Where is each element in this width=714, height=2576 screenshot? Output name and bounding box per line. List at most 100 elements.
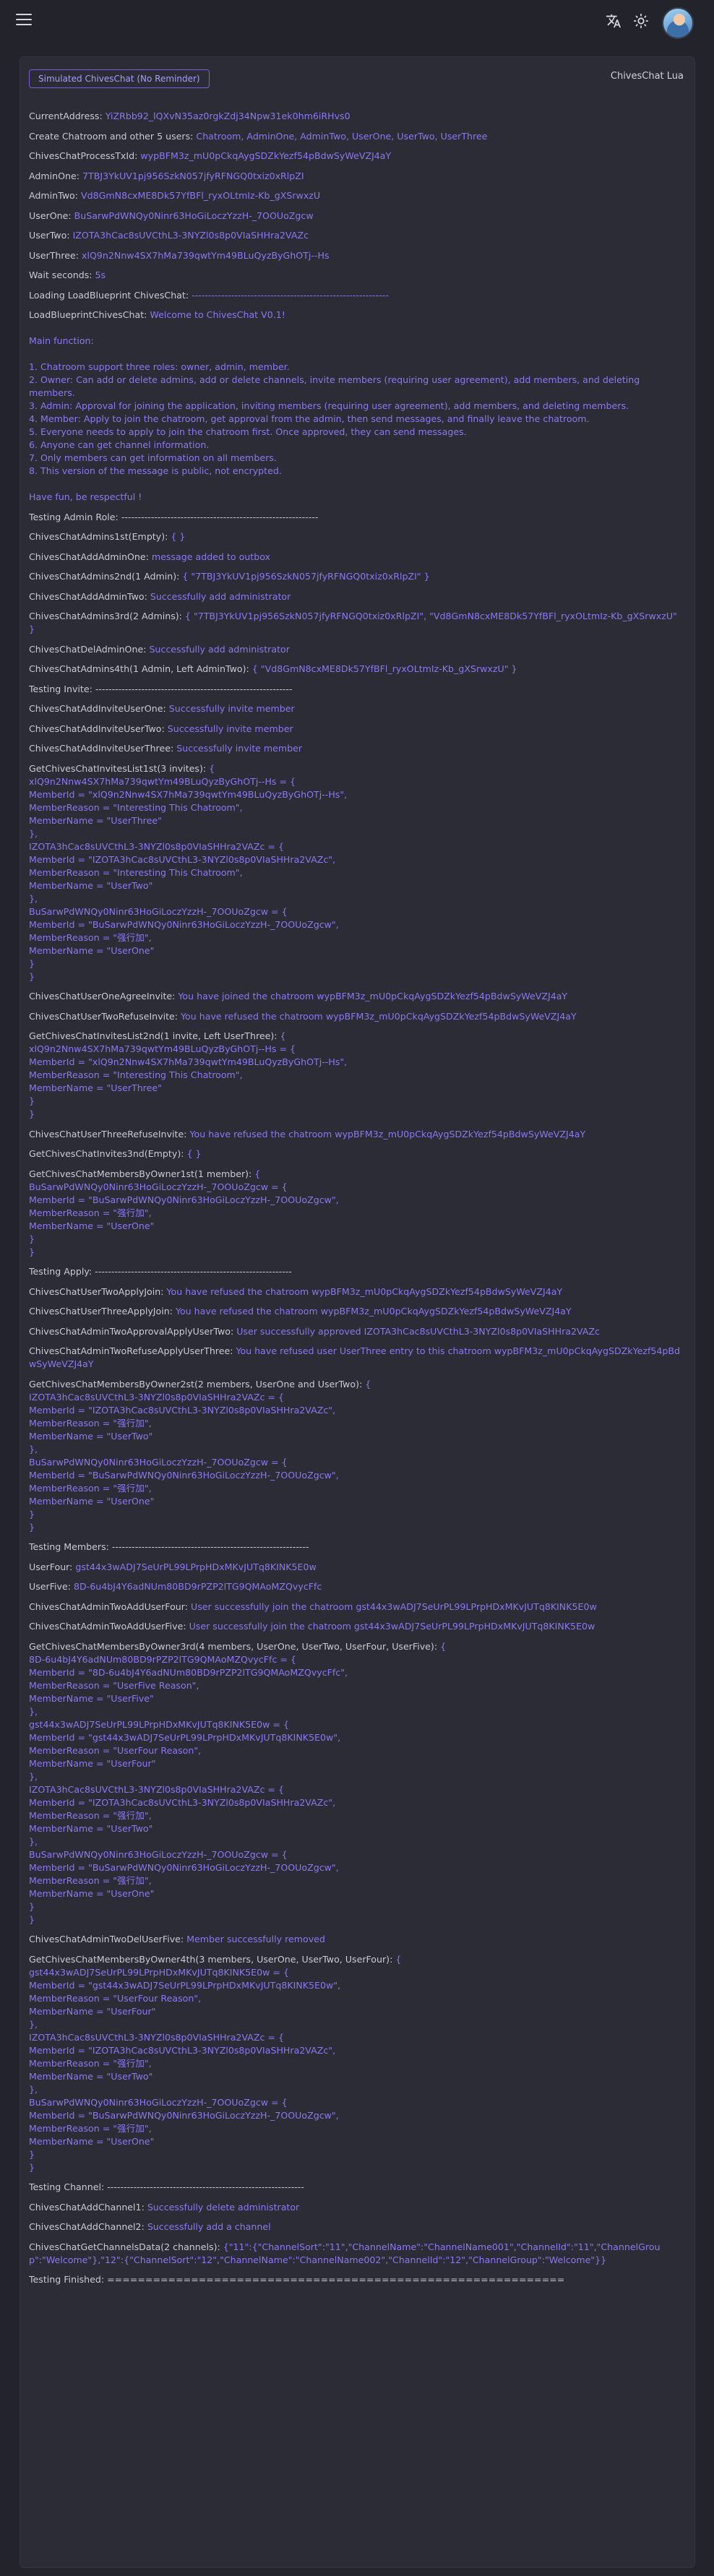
log-line: ChivesChatAdminTwoRefuseApplyUserThree: … <box>29 1345 683 1371</box>
block-label: GetChivesChatMembersByOwner3rd(4 members… <box>29 1640 441 1652</box>
log-line: ChivesChatAdminTwoDelUserFive: Member su… <box>29 1933 683 1946</box>
log-value: 8D-6u4bJ4Y6adNUm80BD9rPZP2lTG9QMAoMZQvyc… <box>73 1581 322 1592</box>
log-value: Successfully invite member <box>176 743 303 754</box>
log-label: CurrentAddress: <box>29 111 106 121</box>
log-line: ChivesChatAdmins1st(Empty): { } <box>29 530 683 543</box>
block-label: GetChivesChatInvitesList2nd(1 invite, Le… <box>29 1030 280 1041</box>
log-group-members: Testing Members: -----------------------… <box>29 1541 683 1633</box>
console-output: CurrentAddress: YiZRbb92_lQXvN35az0rgkZd… <box>29 110 683 2293</box>
log-label: UserFour: <box>29 1561 76 1572</box>
log-label: ChivesChatAdminTwoApprovalApplyUserTwo: <box>29 1325 237 1337</box>
log-value: You have joined the chatroom wypBFM3z_mU… <box>178 991 568 1001</box>
log-value: Member successfully removed <box>186 1934 325 1944</box>
log-label: ChivesChatAdminTwoRefuseApplyUserThree: <box>29 1345 236 1356</box>
log-value: You have refused the chatroom wypBFM3z_m… <box>175 1306 572 1317</box>
log-label: ChivesChatProcessTxId: <box>29 150 141 161</box>
log-value: ----------------------------------------… <box>107 2181 304 2192</box>
log-value: Welcome to ChivesChat V0.1! <box>150 309 285 320</box>
log-value: ----------------------------------------… <box>121 511 319 522</box>
log-line: UserOne: BuSarwPdWNQy0Ninr63HoGiLoczYzzH… <box>29 210 683 223</box>
log-label: ChivesChatAddInviteUserThree: <box>29 743 177 754</box>
main-function-item: 4. Member: Apply to join the chatroom, g… <box>29 413 590 424</box>
invites-list-1: GetChivesChatInvitesList1st(3 invites): … <box>29 762 683 983</box>
log-value: You have refused the chatroom wypBFM3z_m… <box>181 1010 577 1022</box>
log-line: ChivesChatAddChannel1: Successfully dele… <box>29 2201 683 2214</box>
log-value: Chatroom, AdminOne, AdminTwo, UserOne, U… <box>196 130 488 142</box>
log-group-setup: CurrentAddress: YiZRbb92_lQXvN35az0rgkZd… <box>29 110 683 322</box>
log-value: { "Vd8GmN8cxME8Dk57YfBFl_ryxOLtmIz-Kb_gX… <box>251 663 517 674</box>
block-label: GetChivesChatMembersByOwner2st(2 members… <box>29 1378 366 1390</box>
log-value: ----------------------------------------… <box>95 683 293 694</box>
main-function-item: 1. Chatroom support three roles: owner, … <box>29 361 290 372</box>
log-label: ChivesChatAdmins2nd(1 Admin): <box>29 571 183 582</box>
log-line: ChivesChatGetChannelsData(2 channels): {… <box>29 2241 683 2267</box>
log-label: ChivesChatDelAdminOne: <box>29 643 150 655</box>
log-line: Testing Channel: -----------------------… <box>29 2181 683 2194</box>
log-value: gst44x3wADJ7SeUrPL99LPrpHDxMKvJUTq8KINK5… <box>75 1561 317 1572</box>
log-line: ChivesChatProcessTxId: wypBFM3z_mU0pCkqA… <box>29 150 683 163</box>
log-label: Testing Invite: <box>29 683 95 694</box>
log-value: You have refused the chatroom wypBFM3z_m… <box>189 1128 586 1140</box>
top-app-bar <box>0 0 714 40</box>
log-line: ChivesChatUserThreeRefuseInvite: You hav… <box>29 1128 683 1141</box>
main-function-item: 6. Anyone can get channel information. <box>29 439 210 450</box>
log-line: ChivesChatUserThreeApplyJoin: You have r… <box>29 1305 683 1318</box>
log-line: Testing Members: -----------------------… <box>29 1541 683 1554</box>
log-label: ChivesChatAdmins3rd(2 Admins): <box>29 611 185 621</box>
log-line: ChivesChatAddInviteUserTwo: Successfully… <box>29 723 683 736</box>
log-group-invite-response: ChivesChatUserOneAgreeInvite: You have j… <box>29 990 683 1023</box>
log-label: Testing Apply: <box>29 1266 95 1277</box>
log-value: 7TBJ3YkUV1pj956SzkN057jfyRFNGQ0txiz0xRlp… <box>82 170 304 181</box>
log-value: User successfully join the chatroom gst4… <box>191 1601 597 1612</box>
log-value: 5s <box>95 270 106 280</box>
log-line: Testing Admin Role: --------------------… <box>29 511 683 524</box>
log-line: Testing Apply: -------------------------… <box>29 1265 683 1278</box>
log-label: ChivesChatAddInviteUserOne: <box>29 703 169 714</box>
log-value: ========================================… <box>107 2274 565 2285</box>
log-value: BuSarwPdWNQy0Ninr63HoGiLoczYzzH-_7OOUoZg… <box>74 210 314 221</box>
translate-icon[interactable] <box>606 13 621 29</box>
log-line: ChivesChatAdmins3rd(2 Admins): { "7TBJ3Y… <box>29 610 683 636</box>
log-label: ChivesChatAdmins4th(1 Admin, Left AdminT… <box>29 663 252 674</box>
log-line: LoadBlueprintChivesChat: Welcome to Chiv… <box>29 309 683 322</box>
log-label: LoadBlueprintChivesChat: <box>29 309 150 320</box>
log-label: Testing Channel: <box>29 2181 108 2192</box>
main-function-footer: Have fun, be respectful ! <box>29 491 142 502</box>
log-line: ChivesChatUserTwoApplyJoin: You have ref… <box>29 1285 683 1298</box>
log-value: IZOTA3hCac8sUVCthL3-3NYZl0s8p0VIaSHHra2V… <box>72 230 309 241</box>
members-list-4: GetChivesChatMembersByOwner4th(3 members… <box>29 1953 683 2174</box>
main-function-title: Main function: <box>29 335 94 346</box>
log-line: AdminOne: 7TBJ3YkUV1pj956SzkN057jfyRFNGQ… <box>29 170 683 183</box>
avatar[interactable] <box>662 7 694 39</box>
log-label: AdminTwo: <box>29 190 81 201</box>
log-label: ChivesChatAddChannel1: <box>29 2201 147 2213</box>
sun-icon[interactable] <box>633 13 649 29</box>
block-body: { IZOTA3hCac8sUVCthL3-3NYZl0s8p0VIaSHHra… <box>29 1378 371 1533</box>
main-function-item: 2. Owner: Can add or delete admins, add … <box>29 374 640 398</box>
log-line: UserFive: 8D-6u4bJ4Y6adNUm80BD9rPZP2lTG9… <box>29 1580 683 1593</box>
log-group-invite-3: ChivesChatUserThreeRefuseInvite: You hav… <box>29 1128 683 1161</box>
log-line: ChivesChatAddChannel2: Successfully add … <box>29 2220 683 2233</box>
log-line: ChivesChatUserTwoRefuseInvite: You have … <box>29 1010 683 1023</box>
log-value: Successfully invite member <box>168 703 295 714</box>
members-list-3: GetChivesChatMembersByOwner3rd(4 members… <box>29 1640 683 1926</box>
log-line: ChivesChatAdminTwoAddUserFour: User succ… <box>29 1601 683 1614</box>
main-function-item: 8. This version of the message is public… <box>29 465 282 476</box>
log-line: GetChivesChatInvites3nd(Empty): { } <box>29 1147 683 1160</box>
log-line: UserFour: gst44x3wADJ7SeUrPL99LPrpHDxMKv… <box>29 1561 683 1574</box>
log-value: Successfully add a channel <box>147 2221 271 2232</box>
log-line: Loading LoadBlueprint ChivesChat: ------… <box>29 289 683 302</box>
log-label: ChivesChatAddInviteUserTwo: <box>29 723 168 734</box>
log-label: UserThree: <box>29 249 82 261</box>
log-label: ChivesChatAdminTwoAddUserFour: <box>29 1601 191 1612</box>
log-value: You have refused the chatroom wypBFM3z_m… <box>166 1285 563 1297</box>
log-line: ChivesChatAddInviteUserThree: Successful… <box>29 742 683 755</box>
log-label: Wait seconds: <box>29 270 95 280</box>
log-label: Loading LoadBlueprint ChivesChat: <box>29 289 192 301</box>
log-line: ChivesChatAdminTwoAddUserFive: User succ… <box>29 1620 683 1633</box>
log-value: wypBFM3z_mU0pCkqAygSDZkYezf54pBdwSyWeVZJ… <box>140 150 392 161</box>
block-body: { BuSarwPdWNQy0Ninr63HoGiLoczYzzH-_7OOUo… <box>29 1168 339 1257</box>
menu-icon[interactable] <box>16 14 32 27</box>
log-line: AdminTwo: Vd8GmN8cxME8Dk57YfBFl_ryxOLtmI… <box>29 189 683 202</box>
simulate-button[interactable]: Simulated ChivesChat (No Reminder) <box>29 69 210 88</box>
